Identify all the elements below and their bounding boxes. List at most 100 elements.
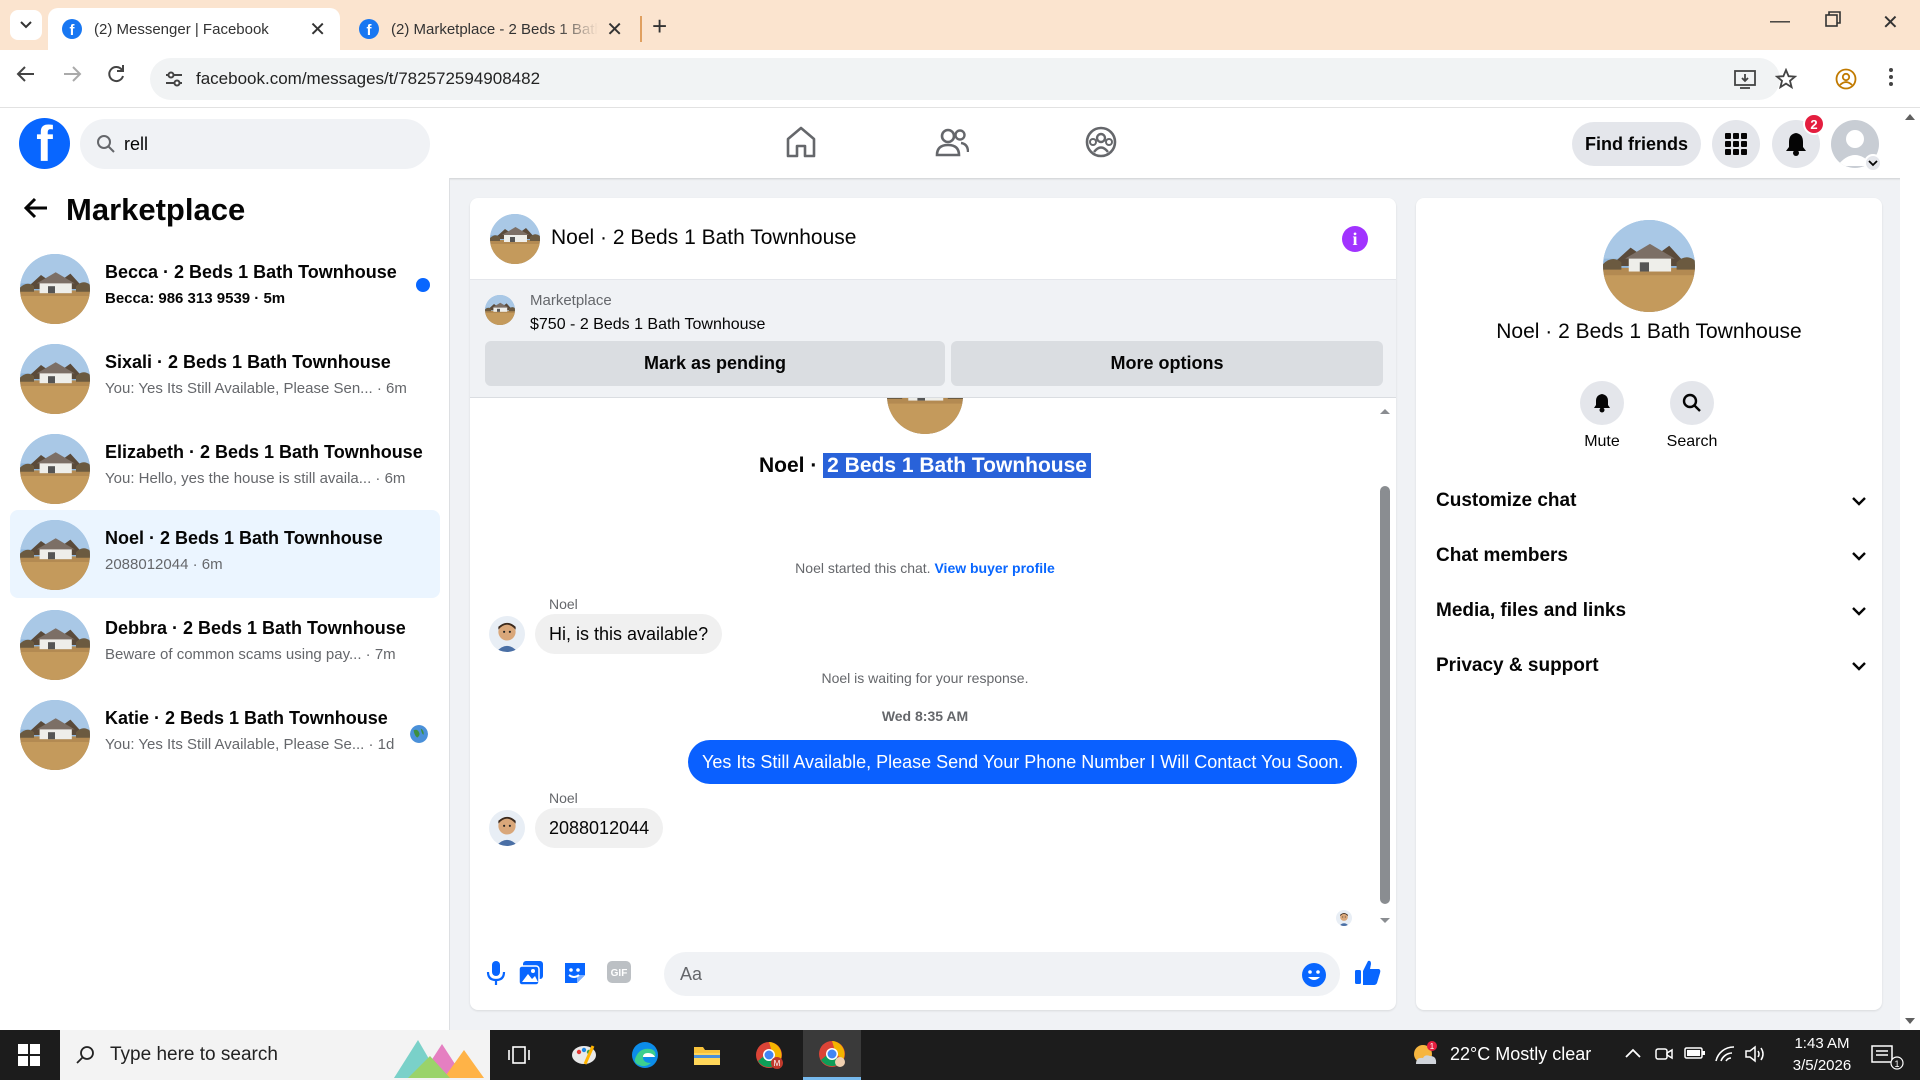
conversation-noel[interactable]: Noel · 2 Beds 1 Bath Townhouse 208801204… <box>10 510 440 598</box>
friends-icon[interactable] <box>935 125 970 164</box>
paint-app-icon[interactable] <box>555 1030 613 1080</box>
conversation-preview: 2088012044 · 6m <box>105 556 223 573</box>
home-icon[interactable] <box>785 125 817 164</box>
clock-time[interactable]: 1:43 AM <box>1782 1035 1862 1052</box>
sidebar-title: Marketplace <box>66 192 246 227</box>
forward-icon[interactable] <box>62 64 82 90</box>
battery-icon[interactable] <box>1684 1045 1706 1066</box>
conversation-katie[interactable]: Katie · 2 Beds 1 Bath Townhouse You: Yes… <box>10 690 440 778</box>
close-tab-icon[interactable]: ✕ <box>309 17 326 42</box>
chrome-active-icon[interactable] <box>803 1030 861 1080</box>
listing-title[interactable]: $750 - 2 Beds 1 Bath Townhouse <box>530 316 765 334</box>
info-icon[interactable]: i <box>1342 226 1368 252</box>
mute-button[interactable]: Mute <box>1562 381 1642 451</box>
conversation-debbra[interactable]: Debbra · 2 Beds 1 Bath Townhouse Beware … <box>10 600 440 688</box>
sender-avatar[interactable] <box>489 616 525 652</box>
conversation-becca[interactable]: Becca · 2 Beds 1 Bath Townhouse Becca: 9… <box>10 244 440 332</box>
back-arrow-icon[interactable] <box>23 193 48 227</box>
close-window-icon[interactable]: ✕ <box>1882 10 1899 35</box>
section-label: Media, files and links <box>1436 600 1627 621</box>
show-hidden-icons-icon[interactable] <box>1624 1046 1642 1064</box>
file-explorer-icon[interactable] <box>678 1030 736 1080</box>
media-files-links-section[interactable]: Media, files and links <box>1436 591 1866 631</box>
tab-title: (2) Messenger | Facebook <box>94 20 269 38</box>
groups-icon[interactable] <box>1084 125 1118 164</box>
seen-avatar-icon <box>1336 910 1352 926</box>
install-app-icon[interactable] <box>1734 68 1756 95</box>
address-bar[interactable]: facebook.com/messages/t/782572594908482 <box>150 58 1780 100</box>
search-icon <box>76 1046 94 1064</box>
thumbs-up-icon[interactable] <box>1354 958 1382 991</box>
notification-badge: 2 <box>1803 113 1825 135</box>
outgoing-message[interactable]: Yes Its Still Available, Please Send You… <box>688 740 1358 784</box>
account-chevron-icon[interactable] <box>1864 154 1882 172</box>
url-text[interactable]: facebook.com/messages/t/782572594908482 <box>196 69 540 89</box>
emoji-icon[interactable] <box>1301 962 1327 993</box>
new-tab-icon[interactable]: + <box>652 11 667 42</box>
restore-icon[interactable] <box>1825 10 1841 33</box>
conversation-preview: You: Yes Its Still Available, Please Se.… <box>105 736 395 753</box>
sticker-icon[interactable] <box>562 960 588 991</box>
chat-avatar[interactable] <box>490 214 540 264</box>
chat-members-section[interactable]: Chat members <box>1436 536 1866 576</box>
microphone-icon[interactable] <box>486 960 506 991</box>
message-input[interactable] <box>680 960 1240 988</box>
browser-tab-messenger[interactable]: f (2) Messenger | Facebook ✕ <box>48 8 340 50</box>
back-icon[interactable] <box>16 64 36 90</box>
listing-thumbnail <box>20 344 90 414</box>
tab-search-button[interactable] <box>10 10 42 40</box>
search-icon <box>1670 381 1714 425</box>
task-view-icon[interactable] <box>490 1030 548 1080</box>
incoming-message[interactable]: 2088012044 <box>535 808 664 848</box>
reload-icon[interactable] <box>106 64 126 90</box>
wifi-icon[interactable] <box>1714 1043 1736 1068</box>
clock-date[interactable]: 3/5/2026 <box>1782 1057 1862 1074</box>
thread-avatar <box>887 398 963 434</box>
taskbar-search-box[interactable]: Type here to search <box>60 1030 490 1080</box>
conversation-elizabeth[interactable]: Elizabeth · 2 Beds 1 Bath Townhouse You:… <box>10 424 440 512</box>
listing-thumbnail[interactable] <box>485 295 515 325</box>
sender-avatar[interactable] <box>489 810 525 846</box>
page-scrollbar[interactable] <box>1900 108 1920 1030</box>
minimize-icon[interactable]: — <box>1770 10 1790 33</box>
bookmark-star-icon[interactable] <box>1774 67 1798 95</box>
incoming-message[interactable]: Hi, is this available? <box>535 614 723 654</box>
mark-as-pending-button[interactable]: Mark as pending <box>485 341 945 386</box>
view-buyer-profile-link[interactable]: View buyer profile <box>934 560 1054 576</box>
photo-icon[interactable] <box>518 960 544 991</box>
bell-icon <box>1786 133 1806 156</box>
customize-chat-section[interactable]: Customize chat <box>1436 481 1866 521</box>
menu-grid-button[interactable] <box>1712 120 1760 168</box>
message-input-box[interactable] <box>664 952 1340 996</box>
weather-text[interactable]: 22°C Mostly clear <box>1450 1044 1591 1065</box>
more-options-button[interactable]: More options <box>951 341 1383 386</box>
action-center-icon[interactable]: 1 <box>1870 1042 1904 1075</box>
browser-menu-icon[interactable] <box>1888 66 1894 93</box>
chrome-profile-icon[interactable]: M <box>740 1030 798 1080</box>
chat-title[interactable]: Noel · 2 Beds 1 Bath Townhouse <box>551 226 856 250</box>
browser-tab-marketplace[interactable]: f (2) Marketplace - 2 Beds 1 Bath Townho… <box>345 8 637 50</box>
close-tab-icon[interactable]: ✕ <box>606 17 623 42</box>
grid-icon <box>1725 133 1747 155</box>
site-settings-icon[interactable] <box>164 69 184 89</box>
scrollbar-thumb[interactable] <box>1380 486 1390 904</box>
search-in-chat-button[interactable]: Search <box>1652 381 1732 451</box>
windows-start-icon[interactable] <box>0 1030 58 1080</box>
gif-icon[interactable]: GIF <box>606 960 632 989</box>
find-friends-button[interactable]: Find friends <box>1572 122 1701 166</box>
facebook-search-input[interactable] <box>124 130 414 158</box>
started-text: Noel started this chat. <box>795 560 931 576</box>
facebook-search-box[interactable] <box>80 119 430 169</box>
facebook-logo-icon[interactable]: f <box>19 118 70 169</box>
meet-now-icon[interactable] <box>1654 1044 1674 1069</box>
conversation-preview: Beware of common scams using pay... · 7m <box>105 646 396 663</box>
volume-icon[interactable] <box>1744 1044 1766 1069</box>
privacy-support-section[interactable]: Privacy & support <box>1436 646 1866 686</box>
bell-icon <box>1580 381 1624 425</box>
sender-name: Noel <box>549 596 578 612</box>
weather-icon[interactable]: 1 <box>1410 1040 1440 1075</box>
conversation-sixali[interactable]: Sixali · 2 Beds 1 Bath Townhouse You: Ye… <box>10 334 440 422</box>
profile-icon[interactable] <box>1835 68 1857 95</box>
edge-browser-icon[interactable] <box>616 1030 674 1080</box>
details-avatar[interactable] <box>1603 220 1695 312</box>
